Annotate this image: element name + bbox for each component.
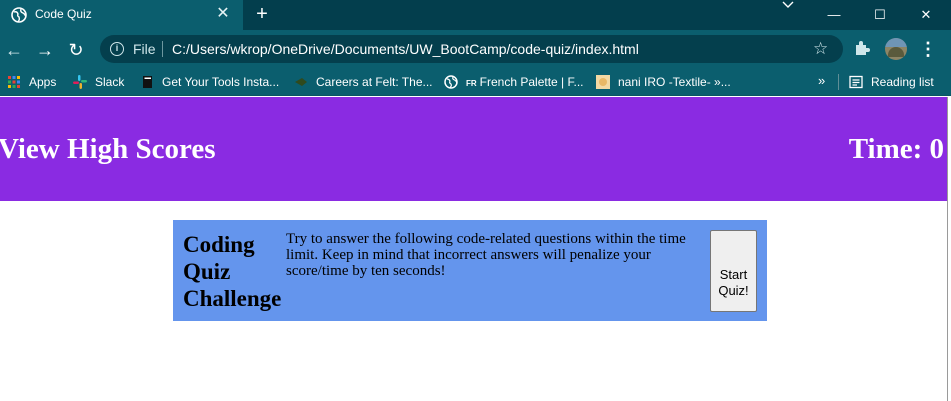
bookmark-label: French Palette | F... <box>479 75 584 89</box>
timer-label: Time: <box>848 133 923 165</box>
forward-arrow-icon[interactable]: → <box>34 39 56 61</box>
more-bookmarks-chevron[interactable]: » <box>818 73 825 88</box>
bookmark-label: Slack <box>95 75 125 89</box>
window-close-button[interactable]: ✕ <box>903 0 949 30</box>
bookmark-french-palette[interactable]: FR French Palette | F... <box>444 74 584 90</box>
back-arrow-icon[interactable]: ← <box>3 39 25 61</box>
timer: Time: 0 <box>849 133 944 166</box>
bookmarks-divider <box>838 74 839 90</box>
bookmark-label: nani IRO -Textile- »... <box>618 75 731 89</box>
reload-icon[interactable]: ↻ <box>65 39 87 61</box>
info-icon[interactable]: i <box>110 42 124 56</box>
start-quiz-button[interactable]: Start Quiz! <box>710 230 757 312</box>
address-bar[interactable]: i File C:/Users/wkrop/OneDrive/Documents… <box>100 35 843 63</box>
url-text[interactable]: C:/Users/wkrop/OneDrive/Documents/UW_Boo… <box>172 41 639 57</box>
tab-title: Code Quiz <box>35 7 92 21</box>
page-header: View High Scores Time: 0 <box>0 97 951 201</box>
reading-list-icon <box>849 75 863 89</box>
viewport-edge <box>947 97 951 401</box>
timer-value: 0 <box>929 133 945 165</box>
close-icon[interactable]: ✕ <box>213 4 233 24</box>
bookmark-slack[interactable]: Slack <box>73 74 124 90</box>
tab-search-icon[interactable] <box>782 0 794 10</box>
minimize-button[interactable]: — <box>811 0 857 30</box>
menu-kebab-icon[interactable]: ⋮ <box>919 38 937 60</box>
globe-icon <box>444 75 458 89</box>
bookmark-label: Get Your Tools Insta... <box>162 75 280 89</box>
maximize-button[interactable]: ☐ <box>857 0 903 30</box>
apps-grid-icon <box>8 76 20 88</box>
bookmark-label: Careers at Felt: The... <box>316 75 433 89</box>
bookmark-label: Apps <box>29 75 57 89</box>
quiz-intro-card: Coding Quiz Challenge Try to answer the … <box>173 220 767 321</box>
omnibox-divider <box>162 41 163 57</box>
nani-iro-icon <box>596 75 610 89</box>
bookmark-careers-felt[interactable]: Careers at Felt: The... <box>294 74 433 90</box>
book-icon <box>143 76 152 88</box>
felt-icon <box>295 78 307 86</box>
bookmark-apps[interactable]: Apps <box>7 74 56 90</box>
tab-strip: Code Quiz ✕ + — ☐ ✕ <box>0 0 951 30</box>
bookmark-prefix: FR <box>466 79 477 88</box>
reading-list-label: Reading list <box>871 75 934 89</box>
bookmark-nani-iro[interactable]: nani IRO -Textile- »... <box>596 74 731 90</box>
globe-icon <box>11 7 27 23</box>
bookmark-get-your-tools[interactable]: Get Your Tools Insta... <box>140 74 279 90</box>
quiz-instructions: Try to answer the following code-related… <box>286 231 686 279</box>
file-label: File <box>133 41 156 57</box>
extensions-puzzle-icon[interactable] <box>853 39 871 57</box>
bookmark-star-icon[interactable]: ☆ <box>813 39 828 59</box>
reading-list-button[interactable]: Reading list <box>849 74 934 90</box>
bookmarks-bar: Apps Slack Get Your Tools Insta... Caree… <box>0 68 951 96</box>
tab-code-quiz[interactable]: Code Quiz ✕ <box>0 0 243 30</box>
new-tab-button[interactable]: + <box>251 3 273 25</box>
view-high-scores-link[interactable]: View High Scores <box>0 133 216 166</box>
slack-icon <box>73 75 87 89</box>
profile-avatar[interactable] <box>885 38 907 60</box>
quiz-title: Coding Quiz Challenge <box>183 232 282 311</box>
browser-toolbar: ← → ↻ i File C:/Users/wkrop/OneDrive/Doc… <box>0 30 951 68</box>
